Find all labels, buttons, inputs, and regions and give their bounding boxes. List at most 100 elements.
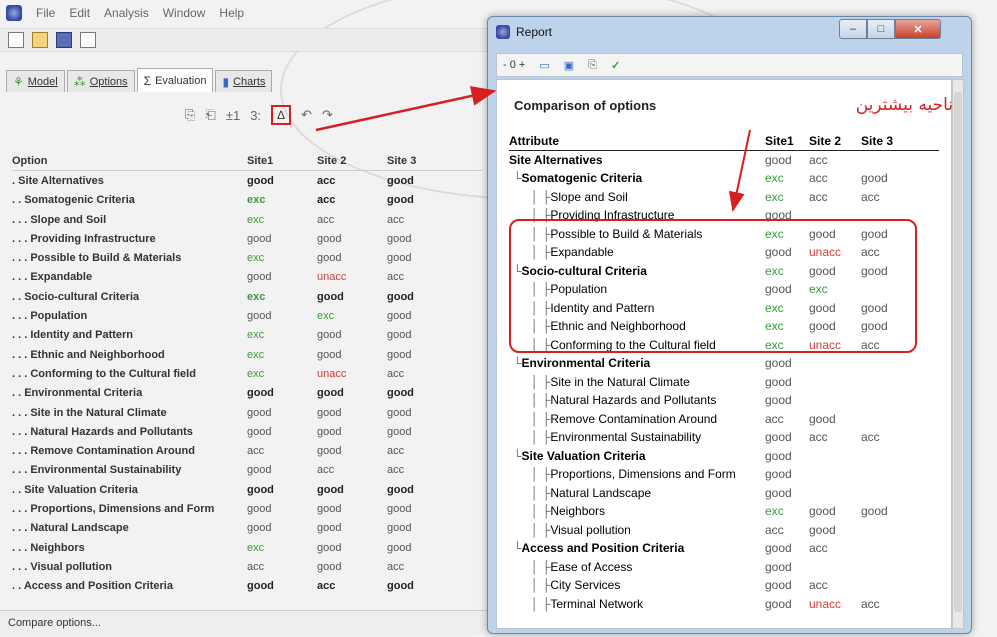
grid-row[interactable]: . . . Providing Infrastructure good good go…: [12, 229, 482, 248]
option-label: . . Environmental Criteria: [12, 387, 143, 400]
col-site1[interactable]: Site1: [247, 155, 317, 167]
grid-row[interactable]: . . Somatogenic Criteria exc acc good: [12, 191, 482, 210]
cell-value: good: [317, 348, 342, 361]
page-icon[interactable]: [80, 32, 96, 48]
close-button[interactable]: ✕: [895, 19, 941, 39]
check-icon[interactable]: ✓: [611, 59, 620, 72]
tab-charts[interactable]: ▮ Charts: [215, 70, 273, 92]
attribute-text: Site Alternatives: [509, 152, 603, 167]
compare-delta-button[interactable]: ∆: [271, 105, 292, 125]
attribute-label: │ ├Site in the Natural Climate: [509, 375, 765, 389]
grid-row[interactable]: . . . Expandable good unacc acc: [12, 268, 482, 287]
attribute-text: Natural Hazards and Pollutants: [550, 393, 717, 408]
tree-connector-icon: │ ├: [531, 374, 551, 389]
scroll-thumb[interactable]: [954, 92, 962, 612]
grid-row[interactable]: . . . Conforming to the Cultural field ex…: [12, 364, 482, 383]
plus-minus-button[interactable]: ±1: [226, 108, 240, 123]
tab-options[interactable]: ⁂ Options: [66, 70, 135, 92]
report-scrollbar[interactable]: [952, 79, 964, 629]
cell-value: unacc: [317, 271, 347, 284]
save-icon[interactable]: ▣: [564, 59, 574, 72]
grid-row[interactable]: . . . Possible to Build & Materials exc go…: [12, 248, 482, 267]
tree-connector-icon: │ ├: [531, 485, 551, 500]
menu-window[interactable]: Window: [163, 6, 206, 20]
grid-row[interactable]: . . . Site in the Natural Climate good goo…: [12, 403, 482, 422]
option-label: . Site Alternatives: [12, 174, 104, 187]
redo-icon[interactable]: ↷: [322, 107, 333, 123]
grid-row[interactable]: . . Access and Position Criteria good acc g…: [12, 577, 482, 596]
attribute-label: │ ├Proportions, Dimensions and Form: [509, 467, 765, 481]
grid-row[interactable]: . . Site Valuation Criteria good good good: [12, 480, 482, 499]
grid-row[interactable]: . . . Visual pollution acc good acc: [12, 557, 482, 576]
grid-header: Option Site1 Site 2 Site 3: [12, 152, 482, 172]
maximize-button[interactable]: □: [867, 19, 895, 39]
cell-value: good: [387, 483, 414, 496]
report-value: acc: [861, 337, 880, 352]
attribute-label: │ ├Visual pollution: [509, 523, 765, 537]
tree-connector-icon: └: [513, 448, 522, 463]
grid-row[interactable]: . . . Environmental Sustainability good ac…: [12, 461, 482, 480]
grid-row[interactable]: . . . Ethnic and Neighborhood exc good good: [12, 345, 482, 364]
option-label: . . Socio-cultural Criteria: [12, 290, 140, 303]
menu-file[interactable]: File: [36, 6, 55, 20]
copy-icon[interactable]: ⎘: [588, 59, 597, 72]
col-site3: Site 3: [861, 133, 894, 148]
grid-row[interactable]: . . . Proportions, Dimensions and Form go…: [12, 499, 482, 518]
zoom-control[interactable]: - 0 +: [503, 59, 525, 71]
attribute-label: │ ├Expandable: [509, 245, 765, 259]
grid-row[interactable]: . . . Identity and Pattern exc good good: [12, 326, 482, 345]
grid-row[interactable]: . . . Natural Landscape good good good: [12, 519, 482, 538]
grid-row[interactable]: . . . Remove Contamination Around acc good…: [12, 441, 482, 460]
grid-row[interactable]: . . . Population good exc good: [12, 306, 482, 325]
report-row: │ ├Environmental Sustainability good acc ac…: [509, 428, 939, 447]
col-site3[interactable]: Site 3: [387, 155, 457, 167]
tree-connector-icon: │ ├: [531, 208, 551, 223]
print-icon[interactable]: ▭: [539, 59, 549, 72]
grid-row[interactable]: . Site Alternatives good acc good: [12, 171, 482, 190]
report-value: unacc: [809, 245, 842, 260]
cell-value: acc: [387, 445, 405, 458]
save-icon[interactable]: [56, 32, 72, 48]
grid-row[interactable]: . . Socio-cultural Criteria exc good good: [12, 287, 482, 306]
option-label: . . . Proportions, Dimensions and Form: [12, 502, 215, 515]
copy-icon[interactable]: ⎘: [185, 107, 195, 123]
grid-row[interactable]: . . . Natural Hazards and Pollutants good…: [12, 422, 482, 441]
menu-help[interactable]: Help: [219, 6, 244, 20]
evaluation-grid: Option Site1 Site 2 Site 3 . Site Altern…: [12, 152, 482, 596]
tab-model[interactable]: ⚘ Model: [6, 70, 65, 92]
paste-icon[interactable]: ⎗: [205, 107, 215, 123]
minimize-button[interactable]: –: [839, 19, 867, 39]
col-site2[interactable]: Site 2: [317, 155, 387, 167]
grid-row[interactable]: . . . Neighbors exc good good: [12, 538, 482, 557]
undo-icon[interactable]: ↶: [301, 107, 312, 123]
cell-value: good: [317, 406, 342, 419]
report-value: acc: [809, 171, 828, 186]
attribute-text: Remove Contamination Around: [550, 411, 718, 426]
attribute-text: Natural Landscape: [550, 485, 652, 500]
cell-value: good: [317, 329, 342, 342]
attribute-text: Access and Position Criteria: [521, 541, 685, 556]
report-row: │ ├Natural Hazards and Pollutants good: [509, 391, 939, 410]
menu-analysis[interactable]: Analysis: [104, 6, 149, 20]
report-value: exc: [765, 263, 784, 278]
report-value: good: [809, 300, 836, 315]
report-titlebar: Report: [496, 25, 552, 39]
report-row: └Site Valuation Criteria good: [509, 447, 939, 466]
report-row: │ ├Proportions, Dimensions and Form good: [509, 465, 939, 484]
report-row: │ ├Possible to Build & Materials exc good g…: [509, 225, 939, 244]
col-option[interactable]: Option: [12, 155, 247, 167]
options-icon: ⁂: [73, 74, 86, 89]
attribute-text: Proportions, Dimensions and Form: [550, 467, 736, 482]
tab-evaluation[interactable]: Σ Evaluation: [136, 68, 214, 92]
attribute-label: │ ├Identity and Pattern: [509, 301, 765, 315]
grid-row[interactable]: . . Environmental Criteria good good good: [12, 384, 482, 403]
option-label: . . . Natural Hazards and Pollutants: [12, 425, 193, 438]
tree-connector-icon: │ ├: [531, 504, 551, 519]
open-folder-icon[interactable]: [32, 32, 48, 48]
report-value: acc: [809, 541, 828, 556]
new-file-icon[interactable]: [8, 32, 24, 48]
ratio-button[interactable]: 3:: [250, 108, 261, 123]
menu-edit[interactable]: Edit: [69, 6, 90, 20]
cell-value: acc: [387, 271, 405, 284]
grid-row[interactable]: . . . Slope and Soil exc acc acc: [12, 210, 482, 229]
